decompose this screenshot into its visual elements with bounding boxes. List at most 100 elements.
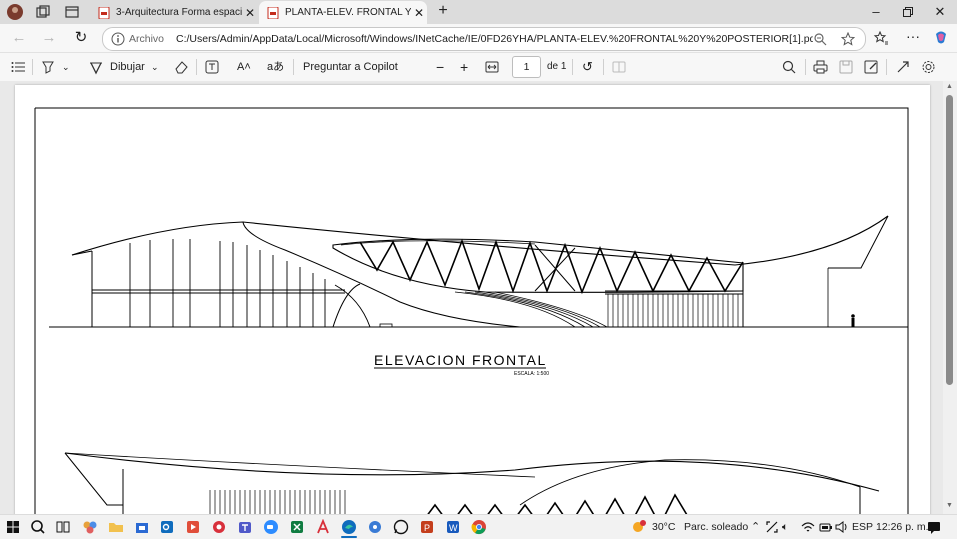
pdf-toolbar: ⌄ Dibujar ⌄ A˄ aあ Preguntar a Copilot − … [0,52,957,82]
read-aloud-icon[interactable]: A˄ [237,59,251,75]
address-field[interactable]: Archivo C:/Users/Admin/AppData/Local/Mic… [102,27,866,51]
zoom-in-button[interactable]: + [460,59,468,75]
highlight-icon[interactable] [41,59,55,75]
rotate-icon[interactable]: ↺ [582,59,593,75]
search-icon[interactable] [782,59,796,75]
widgets-icon[interactable] [82,519,98,535]
pdf-viewer[interactable]: ELEVACION FRONTAL ESCALA: 1:500 [0,81,943,514]
task-view-icon[interactable] [55,519,71,535]
close-tab-icon[interactable]: ✕ [242,6,258,20]
draw-label[interactable]: Dibujar [110,59,145,75]
clock[interactable]: 12:26 p. m. [876,520,929,534]
minimize-button[interactable]: – [866,4,886,20]
svg-text:P: P [424,523,430,533]
wifi-icon[interactable] [800,519,816,535]
battery-icon[interactable] [818,519,834,535]
eraser-icon[interactable] [174,59,188,75]
zoom-icon[interactable] [813,32,827,46]
close-window-button[interactable]: ✕ [930,4,950,20]
pdf-file-icon [267,6,279,19]
back-button[interactable]: ← [10,30,28,46]
outlook-icon[interactable] [159,519,175,535]
notifications-icon[interactable] [926,519,942,535]
acrobat-icon[interactable] [315,519,331,535]
tab-planta-elev[interactable]: PLANTA-ELEV. FRONTAL Y POSTE ✕ [259,1,427,24]
language-indicator[interactable]: ESP [852,520,873,534]
forward-button[interactable]: → [40,30,58,46]
network-tools-icon[interactable] [764,519,780,535]
settings-gear-icon[interactable] [921,59,936,75]
new-tab-button[interactable]: + [433,2,453,19]
toolbar-divider [32,59,33,75]
settings-app-icon[interactable] [367,519,383,535]
add-text-icon[interactable] [205,59,219,75]
teams-icon[interactable] [237,519,253,535]
page-view-icon[interactable] [612,59,626,75]
save-as-icon[interactable] [864,59,878,75]
draw-icon[interactable] [89,59,103,75]
windows-start-icon[interactable] [5,519,21,535]
favorite-star-icon[interactable] [841,32,855,46]
more-options-icon[interactable]: ··· [905,29,921,46]
zoom-app-icon[interactable] [263,519,279,535]
toolbar-divider [886,59,887,75]
close-tab-icon[interactable]: ✕ [411,6,427,20]
profile-avatar[interactable] [7,4,23,20]
page-number-input[interactable]: 1 [512,56,541,78]
expand-icon[interactable] [895,59,909,75]
url-text[interactable]: C:/Users/Admin/AppData/Local/Microsoft/W… [176,33,813,45]
page-total: de 1 [547,61,567,72]
title-bar: 3-Arquitectura Forma espacio y o ✕ PLANT… [0,0,957,24]
whatsapp-icon[interactable] [393,519,409,535]
info-icon[interactable] [111,32,125,46]
contents-icon[interactable] [11,59,25,75]
chrome-icon[interactable] [471,519,487,535]
toolbar-divider [572,59,573,75]
scroll-up-arrow-icon[interactable]: ▲ [946,83,953,90]
word-icon[interactable]: W [445,519,461,535]
save-icon[interactable] [839,59,853,75]
store-icon[interactable] [134,519,150,535]
drawing-title: ELEVACION FRONTAL [374,352,547,368]
print-icon[interactable] [813,59,828,75]
recorder-icon[interactable] [211,519,227,535]
file-explorer-icon[interactable] [108,519,124,535]
copilot-icon[interactable] [933,30,949,46]
vertical-scrollbar[interactable]: ▲ ▼ [943,81,957,514]
search-icon[interactable] [30,519,46,535]
excel-icon[interactable] [289,519,305,535]
chevron-down-icon[interactable]: ⌄ [62,59,70,75]
edge-icon[interactable] [341,519,357,535]
tab-actions-icon[interactable] [64,4,80,20]
tab-label: 3-Arquitectura Forma espacio y o [116,7,242,18]
chevron-up-icon[interactable]: ⌃ [751,520,760,534]
weather-sun-icon[interactable] [631,519,647,535]
chevron-down-icon[interactable]: ⌄ [151,59,159,75]
address-bar-row: ← → ↻ Archivo C:/Users/Admin/AppData/Loc… [0,24,957,52]
fit-page-icon[interactable] [485,59,499,75]
weather-text[interactable]: Parc. soleado [684,520,748,534]
tab-arquitectura[interactable]: 3-Arquitectura Forma espacio y o ✕ [90,1,258,24]
media-player-icon[interactable] [185,519,201,535]
pdf-page: ELEVACION FRONTAL ESCALA: 1:500 [15,85,930,514]
ask-copilot-button[interactable]: Preguntar a Copilot [303,59,398,75]
volume-icon[interactable] [834,519,850,535]
toolbar-divider [196,59,197,75]
scroll-down-arrow-icon[interactable]: ▼ [946,502,953,509]
toolbar-divider [603,59,604,75]
speaker-icon[interactable]: 🔈︎ [782,520,788,534]
scheme-label: Archivo [129,33,165,45]
temperature-text[interactable]: 30°C [652,520,675,534]
scrollbar-thumb[interactable] [946,95,953,385]
zoom-out-button[interactable]: − [436,59,444,75]
powerpoint-icon[interactable]: P [419,519,435,535]
restore-button[interactable] [898,4,918,20]
translate-icon[interactable]: aあ [267,59,284,75]
drawing-scale: ESCALA: 1:500 [514,371,549,377]
taskbar: P W 30°C Parc. soleado ⌃ 🔈︎ ESP 12:26 p.… [0,514,957,539]
tab-label: PLANTA-ELEV. FRONTAL Y POSTE [285,7,411,18]
toolbar-divider [293,59,294,75]
workspaces-icon[interactable] [35,4,51,20]
favorites-icon[interactable] [873,30,889,46]
refresh-button[interactable]: ↻ [72,30,90,46]
